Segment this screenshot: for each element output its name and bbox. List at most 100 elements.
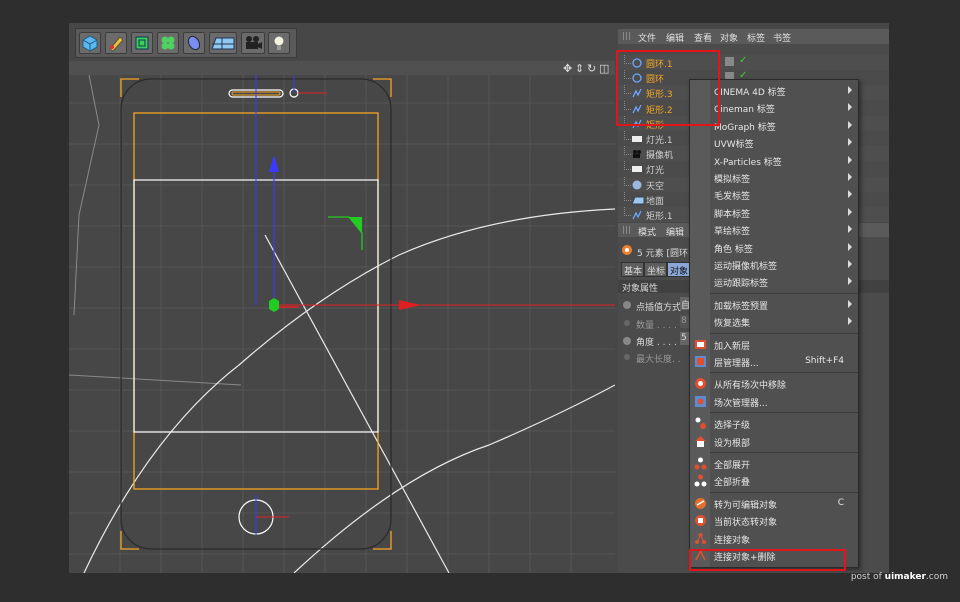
viewport-header: ✥ ⇕ ↻ ◫: [69, 61, 615, 75]
context-menu-item[interactable]: 加载标签预置: [690, 296, 858, 313]
dolly-view-icon[interactable]: ⇕: [575, 62, 584, 75]
menu-separator: [710, 332, 858, 334]
subdivision-icon[interactable]: [131, 32, 153, 54]
context-menu-item[interactable]: 当前状态转对象: [690, 512, 858, 529]
visibility-toggle-icon[interactable]: [725, 57, 734, 66]
tab-basic[interactable]: 基本: [621, 262, 644, 277]
context-menu-item[interactable]: 设为根部: [690, 433, 858, 450]
context-menu-item[interactable]: 模拟标签: [690, 169, 858, 186]
spline-object-icon: [621, 244, 633, 256]
tree-connector: [624, 146, 631, 156]
context-menu-label: 运动跟踪标签: [714, 279, 769, 290]
camera-icon[interactable]: [241, 32, 265, 54]
context-menu-label: 模拟标签: [714, 175, 751, 185]
highlight-connect-delete: [689, 549, 846, 571]
light-icon: [632, 164, 642, 173]
tab-object-active[interactable]: 对象: [667, 262, 690, 277]
context-menu-item[interactable]: 连接对象: [690, 530, 858, 547]
context-menu-item[interactable]: 运动跟踪标签: [690, 273, 858, 290]
object-manager-menubar: 文件 编辑 查看 对象 标签 书签: [618, 29, 889, 44]
context-menu-item[interactable]: 转为可编辑对象 C: [690, 495, 858, 512]
context-menu-item[interactable]: 全部折叠: [690, 472, 858, 489]
context-menu-item[interactable]: 层管理器... Shift+F4: [690, 353, 858, 370]
spline-curve[interactable]: [293, 384, 615, 573]
tree-connector: [624, 191, 631, 201]
rectangle-spline-icon: [632, 210, 642, 220]
menu-edit[interactable]: 编辑: [666, 225, 684, 238]
context-menu-item[interactable]: 毛发标签: [690, 186, 858, 203]
submenu-arrow-icon: [848, 86, 852, 94]
context-menu-item[interactable]: 全部展开: [690, 455, 858, 472]
tree-connector: [624, 176, 631, 186]
connect-objects-icon: [694, 532, 707, 545]
highlight-selected-objects: [616, 50, 720, 126]
tab-coord[interactable]: 坐标: [644, 262, 667, 277]
spline-line[interactable]: [264, 234, 450, 573]
cloner-icon[interactable]: [157, 32, 179, 54]
context-menu-label: 毛发标签: [714, 192, 751, 203]
context-menu-label: 脚本标签: [714, 209, 751, 220]
viewport-canvas[interactable]: [69, 75, 615, 573]
context-menu-label: UVW标签: [714, 140, 754, 151]
context-menu-label: Cineman 标签: [714, 105, 775, 116]
submenu-arrow-icon: [848, 120, 852, 129]
move-view-icon[interactable]: ✥: [563, 62, 572, 75]
context-menu-item[interactable]: 恢复选集: [690, 313, 858, 330]
pen-icon[interactable]: [105, 32, 127, 54]
rotate-view-icon[interactable]: ↻: [587, 62, 596, 75]
object-name: 地面: [646, 196, 665, 207]
submenu-arrow-icon: [848, 242, 852, 251]
menu-mode[interactable]: 模式: [638, 225, 656, 238]
context-menu-item[interactable]: UVW标签: [690, 134, 858, 151]
menu-object[interactable]: 对象: [720, 31, 738, 44]
context-menu-item[interactable]: 草绘标签: [690, 221, 858, 238]
context-menu-item[interactable]: 加入新层: [690, 336, 858, 353]
viewport[interactable]: ✥ ⇕ ↻ ◫: [69, 61, 615, 573]
submenu-arrow-icon: [848, 225, 852, 234]
animate-dot-icon[interactable]: [624, 354, 630, 360]
deformer-icon[interactable]: [183, 32, 205, 54]
y-axis-arrow[interactable]: [269, 155, 279, 172]
submenu-arrow-icon: [848, 207, 852, 216]
animate-dot-icon[interactable]: [623, 301, 631, 309]
panel-grip-icon[interactable]: [623, 32, 631, 40]
cube-icon[interactable]: [79, 32, 101, 54]
guide-line: [73, 75, 100, 316]
set-root-icon: [694, 435, 707, 448]
menu-edit[interactable]: 编辑: [666, 31, 684, 44]
menu-separator: [710, 491, 858, 493]
context-menu-label: 从所有场次中移除: [714, 381, 787, 392]
make-editable-icon: [694, 497, 707, 510]
menu-bookmark[interactable]: 书签: [773, 31, 791, 44]
context-menu-item[interactable]: X-Particles 标签: [690, 152, 858, 169]
light-bulb-icon[interactable]: [268, 32, 290, 54]
menu-view[interactable]: 查看: [694, 31, 712, 44]
context-menu-item[interactable]: 从所有场次中移除: [690, 375, 858, 392]
animate-dot-icon[interactable]: [624, 320, 630, 326]
context-menu: CINEMA 4D 标签 Cineman 标签 MoGraph 标签 UVW标签 X-P…: [689, 79, 859, 568]
enabled-check-icon[interactable]: ✓: [739, 55, 747, 66]
context-menu-item[interactable]: 场次管理器...: [690, 393, 858, 410]
grid: [69, 75, 615, 573]
context-menu-label: 全部展开: [714, 461, 751, 471]
field-label-maxlength: 最大长度. .: [636, 355, 681, 365]
collapse-all-icon: [694, 474, 707, 487]
context-menu-label: 运动摄像机标签: [714, 262, 778, 272]
menu-tag[interactable]: 标签: [747, 31, 765, 44]
panel-grip-icon[interactable]: [623, 226, 631, 234]
context-menu-label: 转为可编辑对象: [714, 500, 778, 511]
animate-dot-icon[interactable]: [623, 337, 631, 345]
context-menu-label: 当前状态转对象: [714, 518, 778, 529]
tree-connector: [624, 161, 631, 171]
menu-file[interactable]: 文件: [638, 31, 656, 44]
floor-grid-icon[interactable]: [209, 32, 237, 54]
maximize-view-icon[interactable]: ◫: [599, 62, 609, 75]
object-name: 矩形.1: [646, 212, 673, 222]
context-menu-item[interactable]: 脚本标签: [690, 204, 858, 221]
gizmo-center-handle[interactable]: [269, 298, 279, 312]
tree-connector: [624, 131, 631, 140]
context-menu-item[interactable]: 角色 标签: [690, 239, 858, 256]
context-menu-item[interactable]: 运动摄像机标签: [690, 256, 858, 273]
context-menu-item[interactable]: 选择子级: [690, 415, 858, 432]
guide-line: [69, 374, 242, 386]
